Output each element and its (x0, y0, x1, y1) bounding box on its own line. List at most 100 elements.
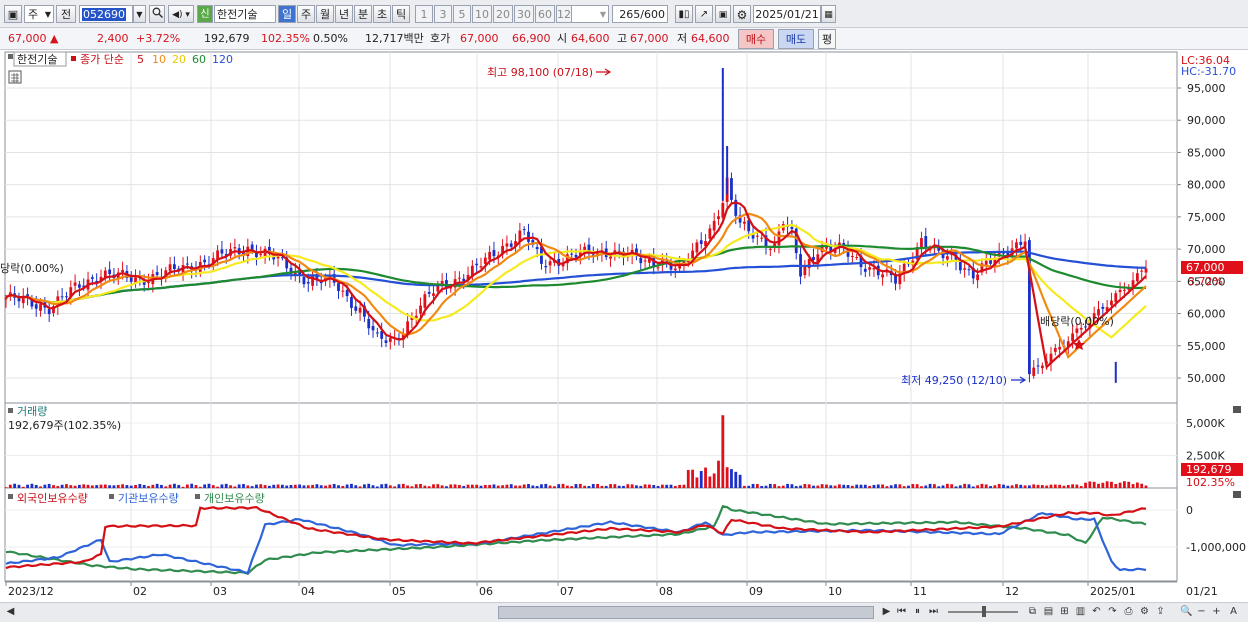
volume-close-icon[interactable] (1233, 406, 1241, 413)
chart-print-icon[interactable]: ⎙ (1122, 605, 1135, 618)
eval-button[interactable]: 평 (818, 29, 836, 49)
volume-bar (147, 486, 150, 488)
candle-body (458, 277, 461, 279)
font-size-icon[interactable]: A (1227, 605, 1240, 618)
candle-body (708, 228, 712, 239)
candle-body (963, 268, 967, 270)
speaker-icon[interactable]: ◀) ▾ (168, 5, 194, 23)
chart-export-icon[interactable]: ⇪ (1154, 605, 1167, 618)
volume-bar (794, 486, 798, 488)
stock-chart[interactable]: 한전기술 종가 단순 5 10 20 60 120 LC:36.04 HC:-3… (0, 50, 1248, 602)
volume-bar (440, 485, 444, 488)
period-tab-주[interactable]: 주 (297, 5, 315, 23)
minute-tab-60[interactable]: 60 (535, 5, 555, 23)
sell-button[interactable]: 매도 (778, 29, 814, 49)
chart-undo-icon[interactable]: ↶ (1090, 605, 1103, 618)
period-tab-분[interactable]: 분 (354, 5, 372, 23)
volume-bar (816, 485, 820, 488)
candle-body (1015, 242, 1018, 249)
rewind-icon[interactable]: ⏮ (895, 605, 908, 618)
line-draw-icon[interactable]: ↗ (695, 5, 713, 23)
volume-bar (211, 485, 215, 488)
market-select[interactable]: 주 ▼ (24, 5, 54, 23)
chart-layout-icon[interactable]: ▤ (1042, 605, 1055, 618)
chart-copy-icon[interactable]: ⧉ (1026, 605, 1039, 618)
zoom-slider-handle[interactable] (982, 606, 986, 617)
candle-body (341, 290, 345, 292)
minute-tab-30[interactable]: 30 (514, 5, 534, 23)
zoom-out-icon[interactable]: − (1195, 605, 1208, 618)
volume-bar (60, 484, 64, 488)
volume-bar (496, 485, 500, 488)
minute-tab-20[interactable]: 20 (493, 5, 513, 23)
volume-bar (328, 484, 332, 488)
period-tab-초[interactable]: 초 (373, 5, 391, 23)
volume-bar (1036, 484, 1040, 488)
minute-tab-10[interactable]: 10 (472, 5, 492, 23)
volume-bar (838, 484, 841, 488)
chart-split-icon[interactable]: ▥ (1074, 605, 1087, 618)
count-input[interactable]: 265/600 (612, 5, 668, 23)
volume-bar (937, 486, 941, 488)
volume-bar (976, 485, 979, 488)
volume-bar (704, 467, 707, 488)
candle-body (1075, 328, 1079, 333)
zoom-in-icon[interactable]: + (1210, 605, 1223, 618)
save-icon[interactable]: ▣ (715, 5, 731, 23)
volume-bar (604, 485, 608, 488)
chart-overlay-icon[interactable]: ⊞ (1058, 605, 1071, 618)
change-value: 2,400 (97, 32, 129, 45)
chart-settings-icon[interactable]: ⚙ (1138, 605, 1151, 618)
chart-redo-icon[interactable]: ↷ (1106, 605, 1119, 618)
period-tab-년[interactable]: 년 (335, 5, 353, 23)
volume-bar (902, 486, 906, 488)
buy-button[interactable]: 매수 (738, 29, 774, 49)
date-input[interactable]: 2025/01/21 (753, 5, 821, 23)
price-tick-label: 70,000 (1187, 243, 1226, 256)
unit-select[interactable]: ▼ (571, 5, 609, 23)
legend-ma5: 5 (137, 53, 144, 66)
calendar-icon[interactable]: ▦ (821, 5, 836, 23)
volume-bar (306, 485, 310, 488)
volume-bar (850, 485, 854, 488)
search-icon[interactable] (149, 5, 165, 23)
volume-bar (410, 486, 414, 488)
scope-button[interactable]: 전 (56, 5, 76, 23)
minute-tab-3[interactable]: 3 (434, 5, 452, 23)
minute-tab-1[interactable]: 1 (415, 5, 433, 23)
volume-bar (928, 483, 932, 488)
volume-bar (1040, 485, 1044, 488)
scroll-right-icon[interactable]: ▶ (880, 605, 893, 618)
window-menu-icon[interactable]: ▣ (4, 5, 22, 23)
pause-icon[interactable]: ⏸ (911, 605, 924, 618)
scrollbar-thumb[interactable] (498, 606, 874, 619)
volume-bar (488, 484, 492, 488)
chart-area[interactable]: 한전기술 종가 단순 5 10 20 60 120 LC:36.04 HC:-3… (0, 50, 1248, 602)
period-tab-월[interactable]: 월 (316, 5, 334, 23)
period-tab-틱[interactable]: 틱 (392, 5, 410, 23)
volume-bar (535, 485, 539, 488)
code-input[interactable]: 052690 (79, 5, 133, 23)
magnifier-icon[interactable]: 🔍 (1180, 605, 1193, 618)
fast-forward-icon[interactable]: ⏭ (927, 605, 940, 618)
toolbar: ▣ 주 ▼ 전 052690 ▼ ◀) ▾ 신 한전기술 일주월년분초틱 1351… (0, 0, 1248, 28)
holdings-close-icon[interactable] (1233, 491, 1241, 498)
volume-bar (578, 483, 582, 488)
scroll-left-icon[interactable]: ◀ (4, 605, 17, 618)
volume-bar (514, 485, 517, 488)
volume-bar (345, 484, 349, 488)
volume-bar (436, 484, 440, 488)
volume-bar (691, 469, 694, 488)
candle-body (755, 235, 759, 237)
gear-icon[interactable]: ⚙ (733, 5, 751, 23)
period-tab-일[interactable]: 일 (278, 5, 296, 23)
volume-bar (699, 471, 703, 488)
volume-bar (773, 484, 777, 488)
minute-tab-5[interactable]: 5 (453, 5, 471, 23)
candle-body (419, 305, 422, 314)
candle-body (78, 284, 81, 288)
volume-bar (17, 484, 21, 488)
code-dropdown-icon[interactable]: ▼ (133, 5, 146, 23)
candle-type-icon[interactable]: ▮▯ (675, 5, 693, 23)
volume-bar (358, 486, 362, 488)
